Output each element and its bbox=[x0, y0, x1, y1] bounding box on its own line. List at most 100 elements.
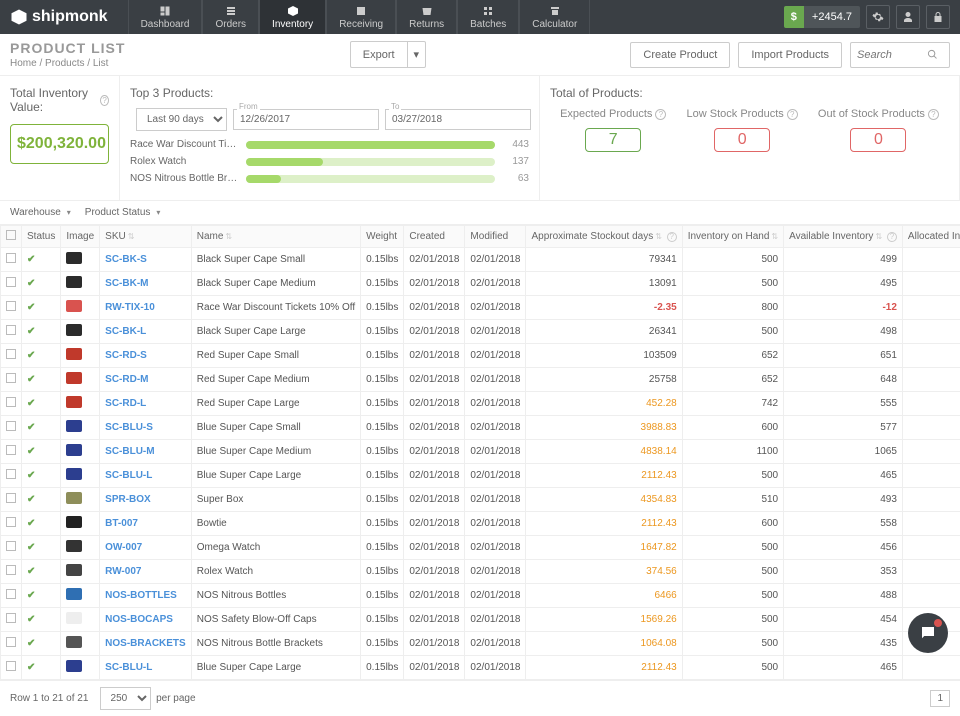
row-checkbox-cell[interactable] bbox=[1, 656, 22, 680]
row-sku-cell[interactable]: SC-BLU-M bbox=[100, 440, 192, 464]
row-sku-cell[interactable]: OW-007 bbox=[100, 536, 192, 560]
table-row[interactable]: ✔NOS-BOCAPSNOS Safety Blow-Off Caps0.15l… bbox=[1, 608, 960, 632]
table-row[interactable]: ✔BT-007Bowtie0.15lbs02/01/201802/01/2018… bbox=[1, 512, 960, 536]
sort-icon[interactable]: ⇅ bbox=[128, 232, 135, 241]
row-checkbox[interactable] bbox=[6, 517, 16, 527]
sku-link[interactable]: SPR-BOX bbox=[105, 494, 151, 505]
row-sku-cell[interactable]: SPR-BOX bbox=[100, 488, 192, 512]
select-all-checkbox[interactable] bbox=[6, 230, 16, 240]
row-sku-cell[interactable]: SC-BLU-S bbox=[100, 416, 192, 440]
chat-fab[interactable] bbox=[908, 613, 948, 653]
col-modified[interactable]: Modified bbox=[465, 226, 526, 248]
table-row[interactable]: ✔SC-BLU-LBlue Super Cape Large0.15lbs02/… bbox=[1, 464, 960, 488]
table-row[interactable]: ✔NOS-BOTTLESNOS Nitrous Bottles0.15lbs02… bbox=[1, 584, 960, 608]
col-image[interactable]: Image bbox=[61, 226, 100, 248]
row-checkbox[interactable] bbox=[6, 661, 16, 671]
col-allocated-inventory[interactable]: Allocated Inventory⇅ ? bbox=[902, 226, 960, 248]
row-checkbox[interactable] bbox=[6, 565, 16, 575]
row-checkbox-cell[interactable] bbox=[1, 536, 22, 560]
row-checkbox[interactable] bbox=[6, 397, 16, 407]
logo[interactable]: shipmonk bbox=[10, 8, 108, 26]
row-checkbox-cell[interactable] bbox=[1, 560, 22, 584]
sku-link[interactable]: BT-007 bbox=[105, 518, 138, 529]
info-icon[interactable]: ? bbox=[887, 232, 897, 242]
row-checkbox[interactable] bbox=[6, 325, 16, 335]
search-input[interactable] bbox=[857, 49, 927, 61]
user-button[interactable] bbox=[896, 5, 920, 29]
col-created[interactable]: Created bbox=[404, 226, 465, 248]
sku-link[interactable]: SC-BLU-S bbox=[105, 422, 153, 433]
sort-icon[interactable]: ⇅ bbox=[655, 232, 662, 241]
nav-batches[interactable]: Batches bbox=[457, 0, 519, 34]
row-checkbox-cell[interactable] bbox=[1, 272, 22, 296]
sku-link[interactable]: OW-007 bbox=[105, 542, 142, 553]
nav-calculator[interactable]: Calculator bbox=[519, 0, 590, 34]
col-inventory-on-hand[interactable]: Inventory on Hand⇅ bbox=[682, 226, 783, 248]
row-sku-cell[interactable]: SC-RD-S bbox=[100, 344, 192, 368]
product-status-filter[interactable]: Product Status bbox=[85, 207, 161, 218]
export-button[interactable]: Export ▾ bbox=[350, 41, 426, 68]
row-checkbox-cell[interactable] bbox=[1, 296, 22, 320]
nav-dashboard[interactable]: Dashboard bbox=[128, 0, 203, 34]
sku-link[interactable]: SC-BK-L bbox=[105, 326, 146, 337]
sku-link[interactable]: SC-RD-L bbox=[105, 398, 146, 409]
row-sku-cell[interactable]: NOS-BOTTLES bbox=[100, 584, 192, 608]
sku-link[interactable]: SC-RD-S bbox=[105, 350, 147, 361]
help-icon[interactable]: ? bbox=[787, 109, 798, 120]
row-checkbox[interactable] bbox=[6, 277, 16, 287]
row-checkbox[interactable] bbox=[6, 301, 16, 311]
nav-orders[interactable]: Orders bbox=[202, 0, 259, 34]
lock-button[interactable] bbox=[926, 5, 950, 29]
col-checkbox[interactable] bbox=[1, 226, 22, 248]
row-checkbox-cell[interactable] bbox=[1, 440, 22, 464]
sku-link[interactable]: NOS-BRACKETS bbox=[105, 638, 186, 649]
row-checkbox[interactable] bbox=[6, 541, 16, 551]
info-icon[interactable]: ? bbox=[667, 232, 677, 242]
row-sku-cell[interactable]: BT-007 bbox=[100, 512, 192, 536]
row-checkbox-cell[interactable] bbox=[1, 488, 22, 512]
row-sku-cell[interactable]: SC-BLU-L bbox=[100, 656, 192, 680]
create-product-button[interactable]: Create Product bbox=[630, 42, 730, 68]
col-approximate-stockout-days[interactable]: Approximate Stockout days⇅ ? bbox=[526, 226, 682, 248]
table-row[interactable]: ✔RW-007Rolex Watch0.15lbs02/01/201802/01… bbox=[1, 560, 960, 584]
sort-icon[interactable]: ⇅ bbox=[875, 232, 882, 241]
row-checkbox[interactable] bbox=[6, 469, 16, 479]
crumb-home[interactable]: Home bbox=[10, 58, 37, 69]
table-row[interactable]: ✔OW-007Omega Watch0.15lbs02/01/201802/01… bbox=[1, 536, 960, 560]
row-sku-cell[interactable]: SC-BLU-L bbox=[100, 464, 192, 488]
row-checkbox[interactable] bbox=[6, 637, 16, 647]
row-sku-cell[interactable]: SC-BK-L bbox=[100, 320, 192, 344]
row-sku-cell[interactable]: NOS-BRACKETS bbox=[100, 632, 192, 656]
to-date-input[interactable] bbox=[385, 109, 531, 130]
help-icon[interactable]: ? bbox=[100, 95, 109, 106]
page-number[interactable]: 1 bbox=[930, 690, 950, 707]
row-sku-cell[interactable]: SC-RD-L bbox=[100, 392, 192, 416]
table-row[interactable]: ✔SC-BK-SBlack Super Cape Small0.15lbs02/… bbox=[1, 248, 960, 272]
sku-link[interactable]: NOS-BOTTLES bbox=[105, 590, 177, 601]
row-sku-cell[interactable]: RW-TIX-10 bbox=[100, 296, 192, 320]
col-weight[interactable]: Weight bbox=[361, 226, 404, 248]
row-checkbox[interactable] bbox=[6, 445, 16, 455]
table-row[interactable]: ✔SC-RD-LRed Super Cape Large0.15lbs02/01… bbox=[1, 392, 960, 416]
row-checkbox-cell[interactable] bbox=[1, 344, 22, 368]
row-checkbox[interactable] bbox=[6, 589, 16, 599]
help-icon[interactable]: ? bbox=[928, 109, 939, 120]
sku-link[interactable]: RW-007 bbox=[105, 566, 141, 577]
sku-link[interactable]: RW-TIX-10 bbox=[105, 302, 155, 313]
table-row[interactable]: ✔SC-BLU-LBlue Super Cape Large0.15lbs02/… bbox=[1, 656, 960, 680]
sku-link[interactable]: SC-BLU-M bbox=[105, 446, 154, 457]
nav-receiving[interactable]: Receiving bbox=[326, 0, 396, 34]
row-checkbox-cell[interactable] bbox=[1, 320, 22, 344]
table-row[interactable]: ✔SC-RD-SRed Super Cape Small0.15lbs02/01… bbox=[1, 344, 960, 368]
sku-link[interactable]: SC-RD-M bbox=[105, 374, 148, 385]
row-checkbox-cell[interactable] bbox=[1, 392, 22, 416]
settings-button[interactable] bbox=[866, 5, 890, 29]
range-select[interactable]: Last 90 days bbox=[136, 108, 227, 131]
row-checkbox-cell[interactable] bbox=[1, 608, 22, 632]
col-name[interactable]: Name⇅ bbox=[191, 226, 360, 248]
import-products-button[interactable]: Import Products bbox=[738, 42, 842, 68]
table-row[interactable]: ✔SC-BK-MBlack Super Cape Medium0.15lbs02… bbox=[1, 272, 960, 296]
row-checkbox[interactable] bbox=[6, 613, 16, 623]
page-size-select[interactable]: 250 bbox=[100, 687, 151, 710]
row-checkbox-cell[interactable] bbox=[1, 584, 22, 608]
